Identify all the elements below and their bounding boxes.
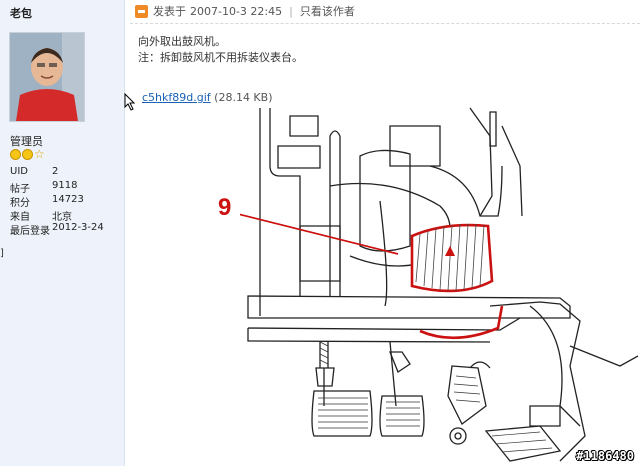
image-watermark: #1186480: [576, 449, 634, 463]
post-line: 注：拆卸鼓风机不用拆装仪表台。: [138, 51, 303, 64]
avatar[interactable]: [9, 32, 85, 122]
blower-callout: [240, 213, 504, 340]
attachment-link[interactable]: c5hkf89d.gif: [142, 91, 211, 104]
posted-time: 2007-10-3 22:45: [190, 4, 283, 18]
sidebar-edge-text: ]: [0, 248, 4, 259]
callout-number: 9: [218, 194, 232, 221]
header-separator: |: [289, 4, 293, 18]
stat-row: 最后登录 2012-3-24: [10, 222, 104, 237]
rank-stars: ☆: [10, 147, 46, 161]
stat-row: 来自 北京: [10, 212, 72, 223]
rank-sun-icon: [22, 149, 33, 160]
attachment-size: (28.14 KB): [214, 91, 273, 104]
post-line: 向外取出鼓风机。: [138, 35, 226, 48]
mouse-cursor-icon: [124, 93, 136, 111]
post-body: 向外取出鼓风机。 注：拆卸鼓风机不用拆装仪表台。: [138, 34, 303, 66]
post-header: 发表于 2007-10-3 22:45 | 只看该作者: [135, 3, 355, 19]
only-author-link[interactable]: 只看该作者: [300, 3, 355, 19]
post-icon: [135, 4, 148, 18]
author-sidebar: 老包 管理员 ☆ UID 2 帖子 9118 积分 14723 来自 北京 最后登录 20…: [0, 0, 125, 466]
rank-star-icon: ☆: [34, 147, 45, 161]
pedal-assembly-drawing[interactable]: [240, 106, 640, 466]
author-name[interactable]: 老包: [10, 5, 32, 21]
stat-row: 帖子 9118: [10, 180, 78, 195]
rank-sun-icon: [10, 149, 21, 160]
stat-row: UID 2: [10, 166, 59, 177]
user-stats: UID 2 帖子 9118 积分 14723 来自 北京 最后登录 2012-3-24: [10, 166, 104, 237]
attachment: c5hkf89d.gif (28.14 KB): [142, 91, 273, 104]
header-divider: [130, 23, 640, 24]
stat-row: 积分 14723: [10, 194, 84, 209]
posted-label: 发表于: [153, 5, 186, 18]
